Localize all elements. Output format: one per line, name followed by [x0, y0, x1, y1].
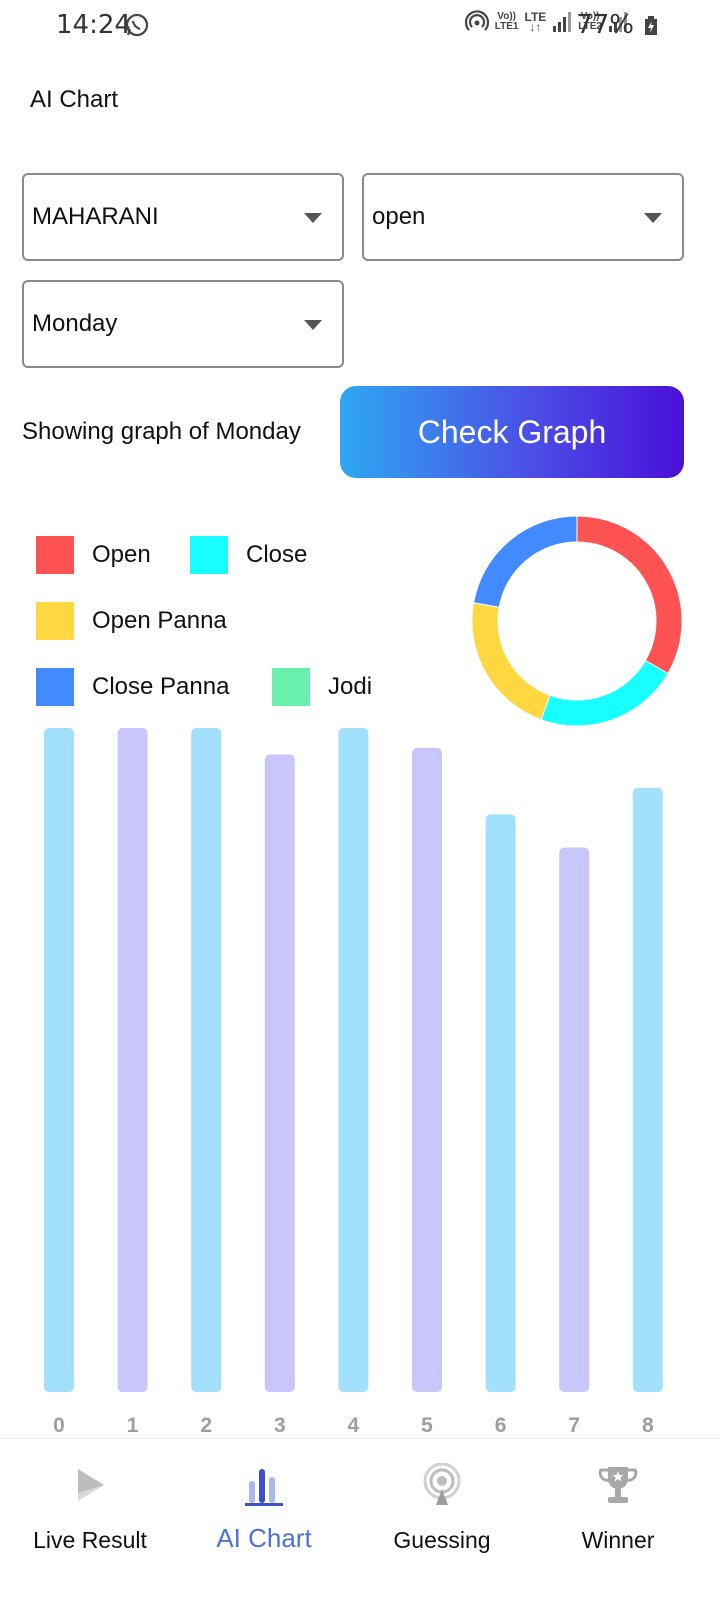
bar-2 [191, 728, 222, 1392]
bar-5 [412, 747, 442, 1392]
battery-icon [645, 16, 657, 35]
donut-chart [471, 515, 683, 727]
nav-label: AI Chart [216, 1523, 312, 1553]
x-tick-label: 4 [348, 1414, 360, 1437]
legend-label: Open Panna [92, 607, 227, 634]
legend-swatch [190, 536, 228, 574]
bar-1 [117, 728, 148, 1392]
bar-chart: 0 1 2 3 4 5 6 7 8 [44, 728, 663, 1437]
chevron-down-icon [304, 213, 322, 223]
battery-percent: 77% [576, 10, 634, 40]
market-dropdown-value: MAHARANI [32, 203, 159, 230]
bottom-navigation: Live Result AI Chart Guessing Winner [0, 1438, 720, 1600]
x-tick-label: 3 [274, 1414, 286, 1437]
x-tick-label: 0 [53, 1414, 65, 1437]
trophy-icon [598, 1467, 638, 1503]
page-title: AI Chart [30, 86, 119, 113]
chevron-down-icon [304, 320, 322, 330]
bar-8 [632, 787, 663, 1392]
x-tick-label: 1 [127, 1414, 139, 1437]
legend-item-close: Close [190, 536, 307, 574]
x-tick-label: 8 [642, 1414, 654, 1437]
bar-0 [44, 728, 74, 1392]
whatsapp-icon [125, 13, 149, 37]
x-tick-label: 7 [568, 1414, 580, 1437]
x-tick-label: 5 [421, 1414, 433, 1437]
donut-slice-open [576, 515, 683, 675]
legend-label: Close Panna [92, 673, 230, 700]
lte-indicator: LTE ↓↑ [524, 10, 547, 34]
legend-swatch [36, 602, 74, 640]
donut-slice-close-panna [473, 515, 578, 608]
status-time: 14:24 [56, 10, 131, 40]
check-graph-button[interactable]: Check Graph [340, 386, 684, 478]
nav-live-result[interactable]: Live Result [0, 1439, 180, 1600]
nav-label: Winner [581, 1527, 655, 1553]
x-tick-label: 2 [200, 1414, 212, 1437]
day-dropdown-value: Monday [32, 310, 118, 337]
legend-label: Jodi [328, 673, 373, 700]
session-dropdown-value: open [372, 203, 426, 230]
legend-item-open-panna: Open Panna [36, 602, 227, 640]
nav-guessing[interactable]: Guessing [352, 1439, 532, 1600]
showing-graph-label: Showing graph of Monday [22, 418, 301, 445]
bar-4 [338, 728, 369, 1392]
broadcast-icon [423, 1463, 461, 1505]
x-tick-label: 6 [495, 1414, 507, 1437]
bar-7 [559, 847, 590, 1392]
status-bar: 14:24 Vo)) LTE1 LTE ↓↑ Vo)) LTE2 77% [0, 0, 720, 52]
session-dropdown[interactable]: open [362, 173, 684, 261]
nav-label: Guessing [393, 1527, 491, 1553]
nav-ai-chart[interactable]: AI Chart [174, 1439, 354, 1600]
legend-swatch [36, 536, 74, 574]
chevron-down-icon [644, 213, 662, 223]
nav-winner[interactable]: Winner [528, 1439, 708, 1600]
market-dropdown[interactable]: MAHARANI [22, 173, 344, 261]
signal-icon [553, 12, 572, 32]
legend-label: Close [246, 541, 308, 568]
bar-6 [485, 814, 516, 1392]
play-icon [78, 1469, 104, 1501]
day-dropdown[interactable]: Monday [22, 280, 344, 368]
bar-chart-icon [245, 1469, 283, 1506]
legend-label: Open [92, 541, 151, 568]
hotspot-icon [464, 10, 489, 31]
nav-label: Live Result [33, 1527, 147, 1553]
legend-item-open: Open [36, 536, 151, 574]
sim1-indicator: Vo)) LTE1 [494, 11, 519, 32]
bar-3 [264, 754, 295, 1392]
